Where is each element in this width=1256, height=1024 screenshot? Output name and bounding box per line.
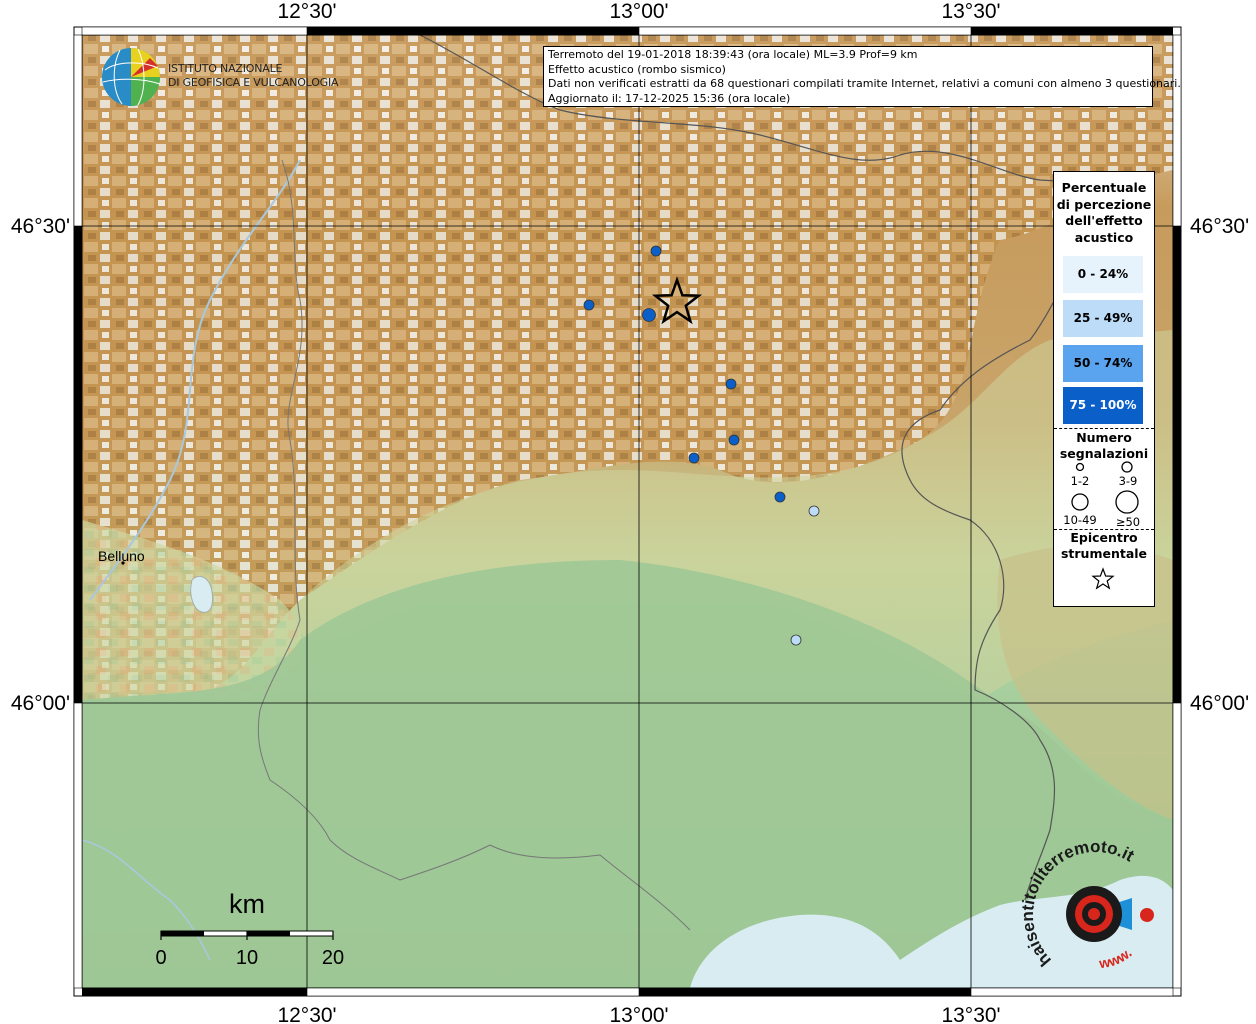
top-tick-3: 13°30': [941, 0, 1000, 23]
size-label-3-9: 3-9: [1118, 474, 1138, 488]
legend-class-50-74: 50 - 74%: [1063, 345, 1143, 382]
legend-title-line-3: dell'effetto: [1065, 213, 1143, 228]
updated-line: Aggiornato il: 17-12-2025 15:36 (ora loc…: [548, 91, 791, 105]
bottom-tick-1: 12°30': [277, 1004, 336, 1024]
size-symbol-10-49: [1071, 493, 1089, 511]
legend-class-75-100: 75 - 100%: [1063, 387, 1143, 424]
legend-class-0-24: 0 - 24%: [1063, 256, 1143, 293]
point-6: [688, 452, 700, 464]
legend-title-line-2: di percezione: [1056, 196, 1152, 212]
ingv-logo-text: ISTITUTO NAZIONALE DI GEOFISICA E VULCAN…: [168, 62, 339, 89]
size-label-50: ≥50: [1115, 515, 1141, 529]
right-tick-1: 46°30': [1190, 215, 1249, 238]
right-tick-2: 46°00': [1190, 692, 1249, 715]
point-9: [790, 634, 802, 646]
legend-title-line-1: Percentuale: [1061, 180, 1147, 195]
bottom-tick-3: 13°30': [941, 1004, 1000, 1024]
logo-line-2: DI GEOFISICA E VULCANOLOGIA: [168, 75, 339, 89]
top-tick-1: 12°30': [277, 0, 336, 23]
top-tick-2: 13°00': [609, 0, 668, 23]
city-label-belluno: Belluno: [98, 548, 145, 564]
scale-unit: km: [229, 889, 265, 919]
size-symbol-50: [1115, 490, 1139, 514]
point-5: [728, 434, 740, 446]
ingv-logo-icon: [102, 48, 161, 106]
left-tick-2: 46°00': [11, 692, 70, 715]
point-8: [808, 505, 820, 517]
size-label-1-2: 1-2: [1070, 474, 1090, 488]
point-3: [642, 308, 656, 322]
point-1: [650, 245, 662, 257]
epicenter-title-line-2: strumentale: [1060, 546, 1148, 561]
effect-line: Effetto acustico (rombo sismico): [548, 62, 726, 76]
event-info-box: Terremoto del 19-01-2018 18:39:43 (ora l…: [543, 46, 1181, 107]
epicenter-title-line-1: Epicentro: [1070, 530, 1138, 545]
scale-label-0: 0: [155, 947, 166, 969]
size-symbol-3-9: [1121, 461, 1133, 473]
count-title-line-1: Numero: [1076, 430, 1132, 445]
logo-line-1: ISTITUTO NAZIONALE: [168, 62, 283, 75]
legend-divider-1: [1054, 428, 1154, 429]
event-line: Terremoto del 19-01-2018 18:39:43 (ora l…: [548, 48, 918, 61]
data-note-line: Dati non verificati estratti da 68 quest…: [548, 77, 1181, 90]
legend-title: Percentuale di percezione dell'effetto a…: [1054, 180, 1154, 246]
size-label-10-49: 10-49: [1063, 513, 1097, 527]
legend-title-line-4: acustico: [1074, 229, 1134, 245]
left-tick-1: 46°30': [11, 215, 70, 238]
scale-label-10: 10: [236, 947, 258, 969]
legend: Percentuale di percezione dell'effetto a…: [1053, 171, 1155, 607]
point-4: [725, 378, 737, 390]
scale-label-20: 20: [322, 947, 344, 969]
point-7: [774, 491, 786, 503]
point-2: [583, 299, 595, 311]
epicenter-title: Epicentro strumentale: [1054, 530, 1154, 562]
bottom-tick-2: 13°00': [609, 1004, 668, 1024]
legend-class-25-49: 25 - 49%: [1063, 300, 1143, 337]
legend-star-icon: [1091, 567, 1115, 590]
size-symbol-1-2: [1075, 462, 1085, 472]
